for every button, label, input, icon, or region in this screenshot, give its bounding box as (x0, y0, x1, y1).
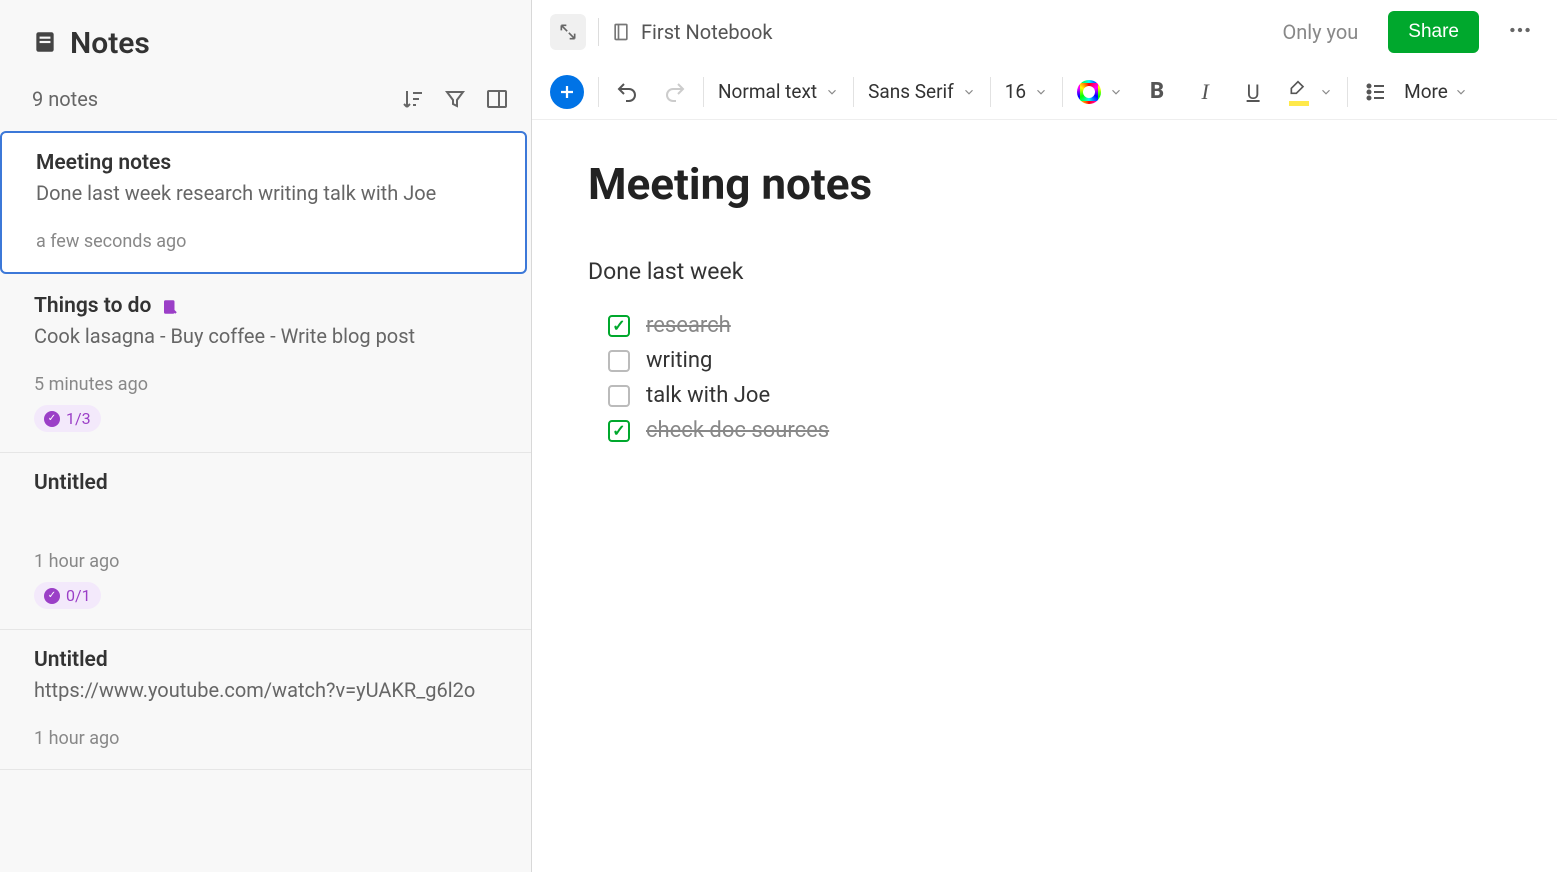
note-top-bar: First Notebook Only you Share (532, 0, 1557, 64)
share-button[interactable]: Share (1388, 11, 1479, 53)
note-item-title: Untitled (34, 471, 108, 495)
task-note-icon (161, 298, 179, 320)
checkbox[interactable]: ✓ (608, 420, 630, 442)
note-item-preview: Cook lasagna - Buy coffee - Write blog p… (34, 324, 497, 348)
editor-pane: First Notebook Only you Share Normal tex… (532, 0, 1557, 872)
note-item-time: 5 minutes ago (34, 374, 497, 395)
font-size-select[interactable]: 16 (999, 76, 1054, 107)
more-label-text: More (1404, 80, 1448, 103)
note-item-time: 1 hour ago (34, 551, 497, 572)
checklist-item[interactable]: talk with Joe (608, 383, 1501, 408)
note-item-preview: https://www.youtube.com/watch?v=yUAKR_g6… (34, 678, 497, 702)
checklist-item[interactable]: ✓ research (608, 313, 1501, 338)
task-progress-text: 0/1 (66, 586, 91, 605)
chevron-down-icon (1319, 85, 1333, 99)
checklist-item-text: talk with Joe (646, 383, 770, 408)
note-item-title: Meeting notes (36, 151, 171, 175)
expand-button[interactable] (550, 14, 586, 50)
note-item-preview (34, 501, 497, 525)
notebook-link[interactable]: First Notebook (611, 20, 773, 44)
separator (1062, 77, 1063, 107)
note-item[interactable]: Untitled 1 hour ago ✓ 0/1 (0, 453, 531, 630)
section-label[interactable]: Done last week (588, 258, 1501, 285)
insert-button[interactable] (550, 75, 584, 109)
note-title[interactable]: Meeting notes (588, 158, 1501, 210)
task-progress-badge: ✓ 1/3 (34, 405, 101, 432)
task-progress-text: 1/3 (66, 409, 91, 428)
check-circle-icon: ✓ (44, 588, 60, 604)
editor-body[interactable]: Meeting notes Done last week ✓ research wr… (532, 120, 1557, 872)
checkbox[interactable] (608, 350, 630, 372)
checklist-item-text: research (646, 313, 731, 338)
separator (1347, 77, 1348, 107)
undo-button[interactable] (607, 72, 647, 112)
highlight-icon (1287, 80, 1311, 104)
note-list[interactable]: Meeting notes Done last week research wri… (0, 129, 531, 872)
italic-button[interactable]: I (1185, 72, 1225, 112)
chevron-down-icon (1034, 85, 1048, 99)
chevron-down-icon (1109, 85, 1123, 99)
notebook-icon (611, 21, 631, 43)
checklist[interactable]: ✓ research writing talk with Joe ✓ check doc … (588, 313, 1501, 443)
separator (990, 77, 991, 107)
divider (598, 18, 599, 46)
chevron-down-icon (962, 85, 976, 99)
task-progress-badge: ✓ 0/1 (34, 582, 101, 609)
filter-button[interactable] (441, 85, 469, 113)
separator (598, 77, 599, 107)
sidebar-header: Notes (0, 0, 531, 75)
note-item-time: a few seconds ago (36, 231, 491, 252)
checklist-item-text: check doc sources (646, 418, 829, 443)
sidebar-title: Notes (70, 26, 150, 61)
more-formatting-button[interactable]: More (1404, 80, 1472, 103)
view-toggle-button[interactable] (483, 85, 511, 113)
notebook-name: First Notebook (641, 20, 773, 44)
checklist-item-text: writing (646, 348, 712, 373)
font-color-select[interactable] (1071, 76, 1129, 108)
note-item[interactable]: Untitled https://www.youtube.com/watch?v=… (0, 630, 531, 770)
checkbox[interactable]: ✓ (608, 315, 630, 337)
separator (703, 77, 704, 107)
font-size-value: 16 (1005, 80, 1026, 103)
notes-icon (32, 29, 58, 59)
more-actions-button[interactable] (1501, 11, 1539, 53)
checkmark-icon: ✓ (612, 421, 625, 440)
checklist-item[interactable]: ✓ check doc sources (608, 418, 1501, 443)
note-item[interactable]: Meeting notes Done last week research wri… (0, 131, 527, 274)
note-item-preview: Done last week research writing talk wit… (36, 181, 491, 205)
bold-button[interactable]: B (1137, 72, 1177, 112)
chevron-down-icon (1454, 85, 1468, 99)
color-circle-icon (1077, 80, 1101, 104)
highlight-select[interactable] (1281, 76, 1339, 108)
visibility-label: Only you (1282, 20, 1358, 44)
chevron-down-icon (825, 85, 839, 99)
font-family-value: Sans Serif (868, 80, 954, 103)
note-item-time: 1 hour ago (34, 728, 497, 749)
underline-button[interactable]: U (1233, 72, 1273, 112)
sidebar-subheader: 9 notes (0, 75, 531, 129)
note-item[interactable]: Things to do Cook lasagna - Buy coffee - … (0, 276, 531, 453)
note-count: 9 notes (32, 87, 98, 111)
checkmark-icon: ✓ (612, 316, 625, 335)
paragraph-style-value: Normal text (718, 80, 817, 103)
checklist-item[interactable]: writing (608, 348, 1501, 373)
paragraph-style-select[interactable]: Normal text (712, 76, 845, 107)
font-family-select[interactable]: Sans Serif (862, 76, 982, 107)
check-circle-icon: ✓ (44, 411, 60, 427)
note-item-title: Things to do (34, 294, 151, 318)
sidebar-tools (399, 85, 511, 113)
bullet-list-button[interactable] (1356, 72, 1396, 112)
sort-button[interactable] (399, 85, 427, 113)
redo-button[interactable] (655, 72, 695, 112)
separator (853, 77, 854, 107)
editor-toolbar: Normal text Sans Serif 16 B I U (532, 64, 1557, 120)
checkbox[interactable] (608, 385, 630, 407)
notes-sidebar: Notes 9 notes Meeting notes Done last wee… (0, 0, 532, 872)
note-item-title: Untitled (34, 648, 108, 672)
